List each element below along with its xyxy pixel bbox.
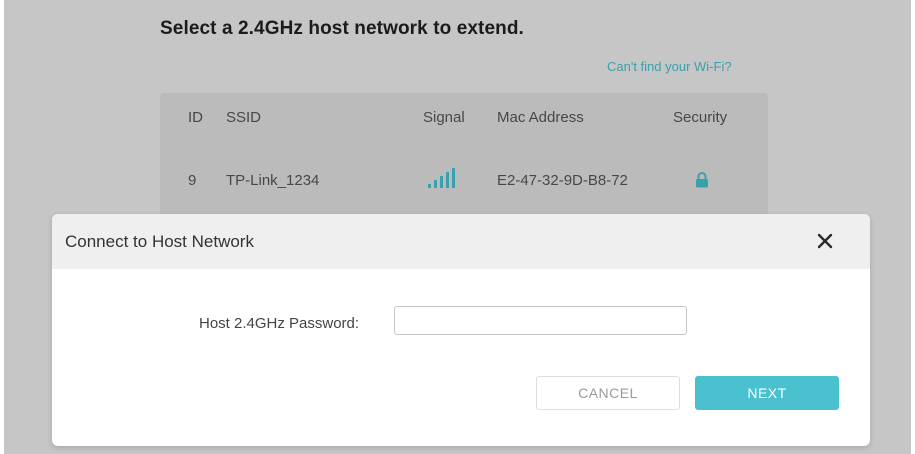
dialog-title: Connect to Host Network [65,232,254,251]
password-label: Host 2.4GHz Password: [199,315,360,332]
next-button[interactable]: NEXT [695,376,839,410]
dialog-header: Connect to Host Network [52,214,870,269]
cancel-button[interactable]: CANCEL [536,376,680,410]
connect-host-network-dialog: Connect to Host Network Host 2.4GHz Pass… [52,214,870,446]
host-password-input[interactable] [394,306,687,335]
close-icon[interactable] [816,232,834,255]
